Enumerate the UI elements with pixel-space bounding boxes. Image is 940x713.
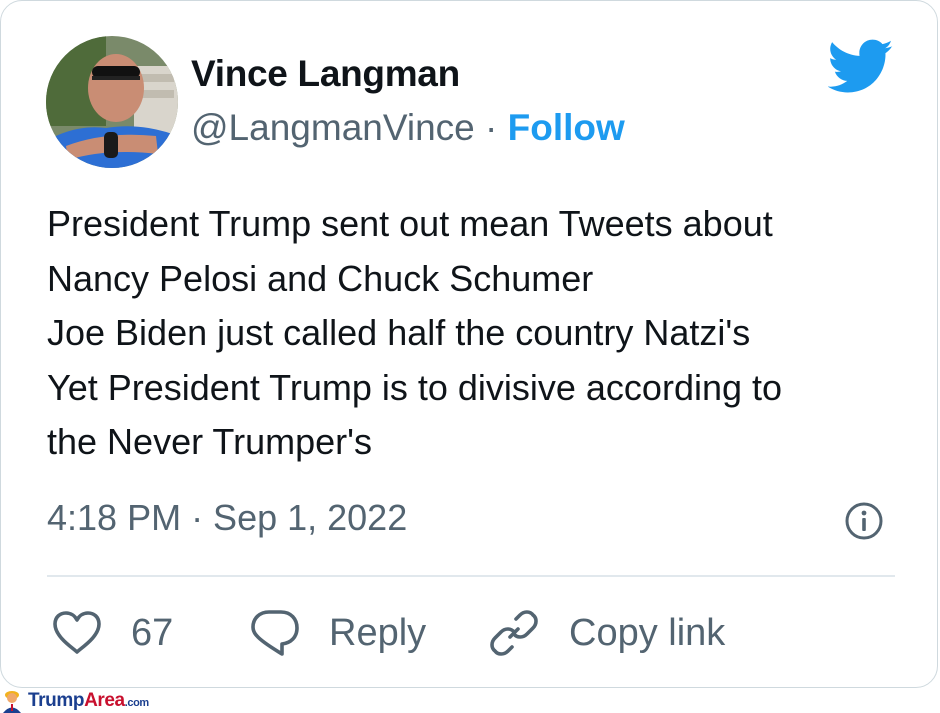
heart-icon (53, 611, 101, 654)
divider (47, 575, 895, 577)
tweet-text-line: the Never Trumper's (47, 421, 372, 462)
info-icon[interactable] (844, 501, 884, 541)
handle-separator: · (474, 107, 508, 148)
watermark-brand-part2: Area (84, 689, 125, 711)
twitter-bird-icon[interactable] (827, 39, 894, 97)
tweet-text-line: Yet President Trump is to divisive accor… (47, 366, 783, 408)
follow-link[interactable]: Follow (508, 107, 625, 148)
like-count: 67 (131, 611, 174, 654)
watermark-brand-suffix: .com (124, 696, 149, 709)
author-handle-row: @LangmanVince · Follow (191, 107, 625, 149)
tweet-text-line: Nancy Pelosi and Chuck Schumer (47, 257, 594, 299)
site-watermark: TrumpArea.com (0, 688, 220, 713)
reply-button[interactable]: Reply (249, 605, 426, 661)
reply-label: Reply (329, 611, 427, 654)
link-icon (490, 610, 538, 656)
tweet-text: President Trump sent out mean Tweets abo… (47, 197, 907, 470)
copy-link-label: Copy link (569, 611, 726, 654)
tweet-text-line: President Trump sent out mean Tweets abo… (47, 203, 773, 244)
tweet-card: Vince Langman @LangmanVince · Follow Pre… (0, 0, 938, 688)
avatar[interactable] (46, 36, 178, 168)
author-handle[interactable]: @LangmanVince (191, 107, 475, 148)
tweet-timestamp[interactable]: 4:18 PM · Sep 1, 2022 (47, 497, 407, 539)
like-button[interactable]: 67 (51, 605, 173, 661)
author-name[interactable]: Vince Langman (191, 53, 460, 95)
trump-figure-icon (3, 690, 21, 713)
reply-icon (251, 610, 299, 656)
watermark-brand-part1: Trump (28, 689, 85, 711)
watermark-brand: TrumpArea.com (28, 690, 149, 712)
tweet-text-line: Joe Biden just called half the country N… (47, 312, 751, 353)
copy-link-button[interactable]: Copy link (487, 605, 725, 661)
